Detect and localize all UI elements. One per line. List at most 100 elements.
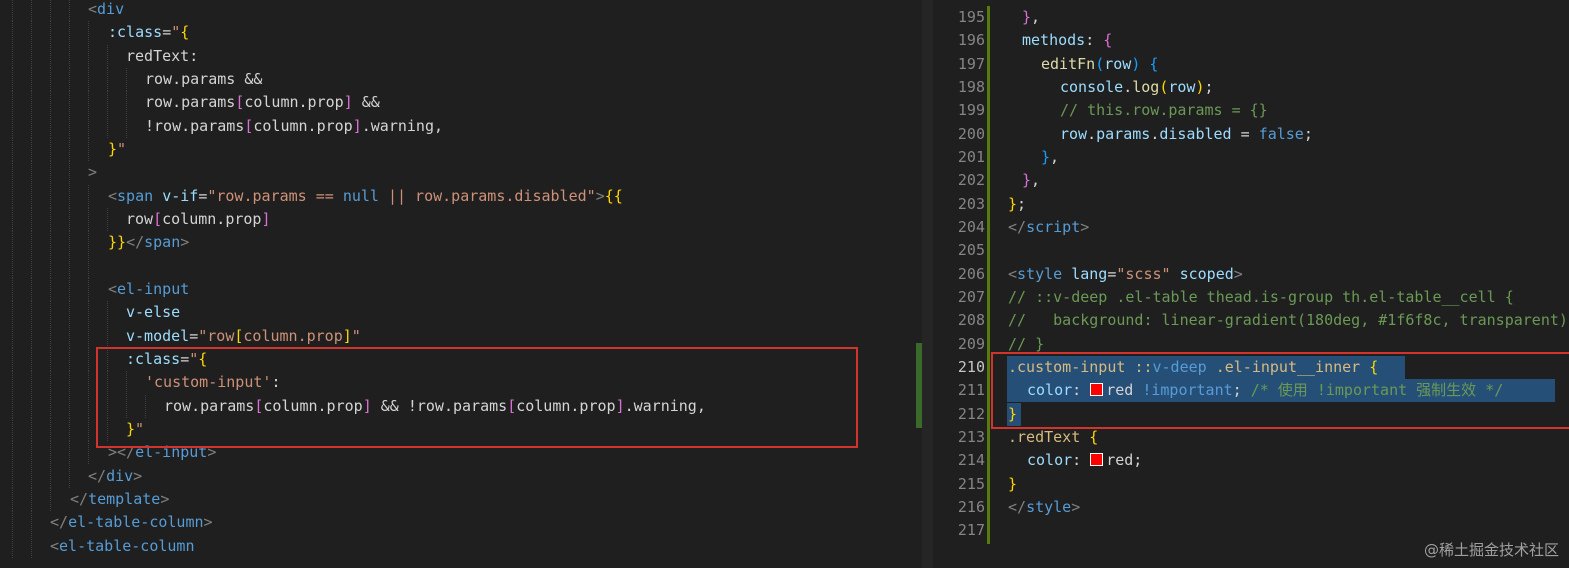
code-line[interactable]: v-else	[0, 301, 922, 325]
code-line[interactable]: }"	[0, 137, 922, 161]
code-line[interactable]: }}</span>	[0, 231, 922, 255]
code-line[interactable]: // background: linear-gradient(180deg, #…	[1008, 309, 1569, 332]
code-token: }	[1008, 474, 1018, 493]
line-number: 201	[957, 147, 985, 166]
code-token: row.params	[145, 93, 236, 112]
code-token: // ::v-deep .el-table thead.is-group th.…	[1008, 287, 1514, 306]
highlight-box-left	[96, 347, 858, 448]
indent-guide	[31, 67, 33, 91]
left-editor-pane[interactable]: <div:class="{redText: row.params && row.pa…	[0, 0, 922, 568]
code-token: =	[162, 23, 172, 42]
line-number: 208	[957, 311, 985, 330]
code-token: ]	[261, 209, 271, 228]
code-token: v-model	[126, 326, 190, 345]
indent-guide	[50, 301, 52, 325]
code-line[interactable]: <style lang="scss" scoped>	[1008, 263, 1243, 286]
editor-split-divider[interactable]	[922, 0, 933, 568]
code-line[interactable]: color: red;	[1027, 449, 1142, 472]
code-token: >	[203, 513, 213, 532]
code-line[interactable]: },	[1022, 6, 1040, 29]
code-text: row.params[column.prop] &&	[145, 91, 380, 114]
code-line[interactable]: row[column.prop]	[0, 207, 922, 231]
code-token: "row	[198, 326, 235, 345]
indent-guide	[12, 67, 14, 91]
indent-guide	[31, 534, 33, 558]
code-token: editFn	[1041, 54, 1096, 73]
code-token: scoped	[1179, 264, 1234, 283]
code-token: :class	[108, 23, 163, 42]
line-number: 205	[957, 241, 985, 260]
color-swatch-icon[interactable]	[1090, 453, 1104, 467]
code-line[interactable]: </script>	[1008, 216, 1089, 239]
code-text: }}</span>	[108, 231, 189, 254]
indent-guide	[69, 67, 71, 91]
code-line[interactable]: }	[1008, 473, 1017, 496]
code-line[interactable]: console.log(row);	[1060, 76, 1214, 99]
code-line[interactable]: <el-input	[0, 277, 922, 301]
code-token: <	[50, 536, 60, 555]
indent-guide	[107, 324, 109, 348]
indent-guide	[88, 301, 90, 325]
code-token: disabled	[1159, 124, 1232, 143]
code-line[interactable]: row.params &&	[0, 67, 922, 91]
right-editor-pane[interactable]: 195}, 196 methods: {197 editFn(row) {198 con…	[933, 0, 1569, 568]
line-number: 213	[957, 427, 985, 446]
code-line[interactable]: // this.row.params = {}	[1060, 99, 1268, 122]
indent-guide	[31, 394, 33, 418]
indent-guide	[69, 0, 71, 21]
code-token: >	[595, 186, 605, 205]
code-line[interactable]: // ::v-deep .el-table thead.is-group th.…	[1008, 286, 1514, 309]
code-line[interactable]	[0, 254, 922, 278]
code-line[interactable]: redText:	[0, 44, 922, 68]
code-line[interactable]: v-model="row[column.prop]"	[0, 324, 922, 348]
code-text: </template>	[70, 488, 169, 511]
indent-guide	[50, 371, 52, 395]
code-line[interactable]: </style>	[1008, 496, 1080, 519]
code-line[interactable]: <span v-if="row.params == null || row.pa…	[0, 184, 922, 208]
code-token: // }	[1008, 334, 1045, 353]
code-line[interactable]: };	[1008, 193, 1026, 216]
indent-guide	[69, 347, 71, 371]
code-token: .	[1087, 124, 1097, 143]
code-line[interactable]: </template>	[0, 487, 922, 511]
code-line[interactable]: methods: {	[1022, 29, 1112, 52]
line-number: 200	[957, 124, 985, 143]
code-text: </el-table-column>	[50, 511, 213, 534]
code-line[interactable]: row.params[column.prop] &&	[0, 91, 922, 115]
code-token: ,	[1031, 171, 1041, 190]
code-token: style	[1026, 497, 1072, 516]
code-line[interactable]: <div	[0, 0, 922, 21]
indent-guide	[12, 441, 14, 465]
code-line[interactable]: editFn(row) {	[1041, 53, 1158, 76]
indent-guide	[50, 21, 52, 45]
indent-guide	[50, 231, 52, 255]
indent-guide	[69, 301, 71, 325]
code-line[interactable]: </div>	[0, 464, 922, 488]
code-token: </	[50, 513, 69, 532]
indent-guide	[31, 91, 33, 115]
code-token: ;	[1303, 124, 1313, 143]
code-line[interactable]: >	[0, 161, 922, 185]
indent-guide	[31, 277, 33, 301]
indent-guide	[12, 254, 14, 278]
line-number: 215	[957, 474, 985, 493]
code-text: <el-input	[108, 278, 189, 301]
code-line[interactable]: <el-table-column	[0, 534, 922, 558]
code-token: :	[1085, 31, 1104, 50]
indent-guide	[50, 254, 52, 278]
indent-guide	[12, 114, 14, 138]
indent-guide	[12, 347, 14, 371]
code-line[interactable]: },	[1022, 169, 1040, 192]
code-line[interactable]: },	[1041, 146, 1059, 169]
indent-guide	[31, 441, 33, 465]
indent-guide	[88, 184, 90, 208]
indent-guide	[107, 301, 109, 325]
code-line[interactable]: :class="{	[0, 21, 922, 45]
code-line[interactable]: </el-table-column>	[0, 511, 922, 535]
code-token: <	[108, 279, 118, 298]
code-line[interactable]: !row.params[column.prop].warning,	[0, 114, 922, 138]
code-line[interactable]: row.params.disabled = false;	[1060, 123, 1313, 146]
code-line[interactable]: .redText {	[1008, 426, 1098, 449]
indent-guide	[69, 44, 71, 68]
